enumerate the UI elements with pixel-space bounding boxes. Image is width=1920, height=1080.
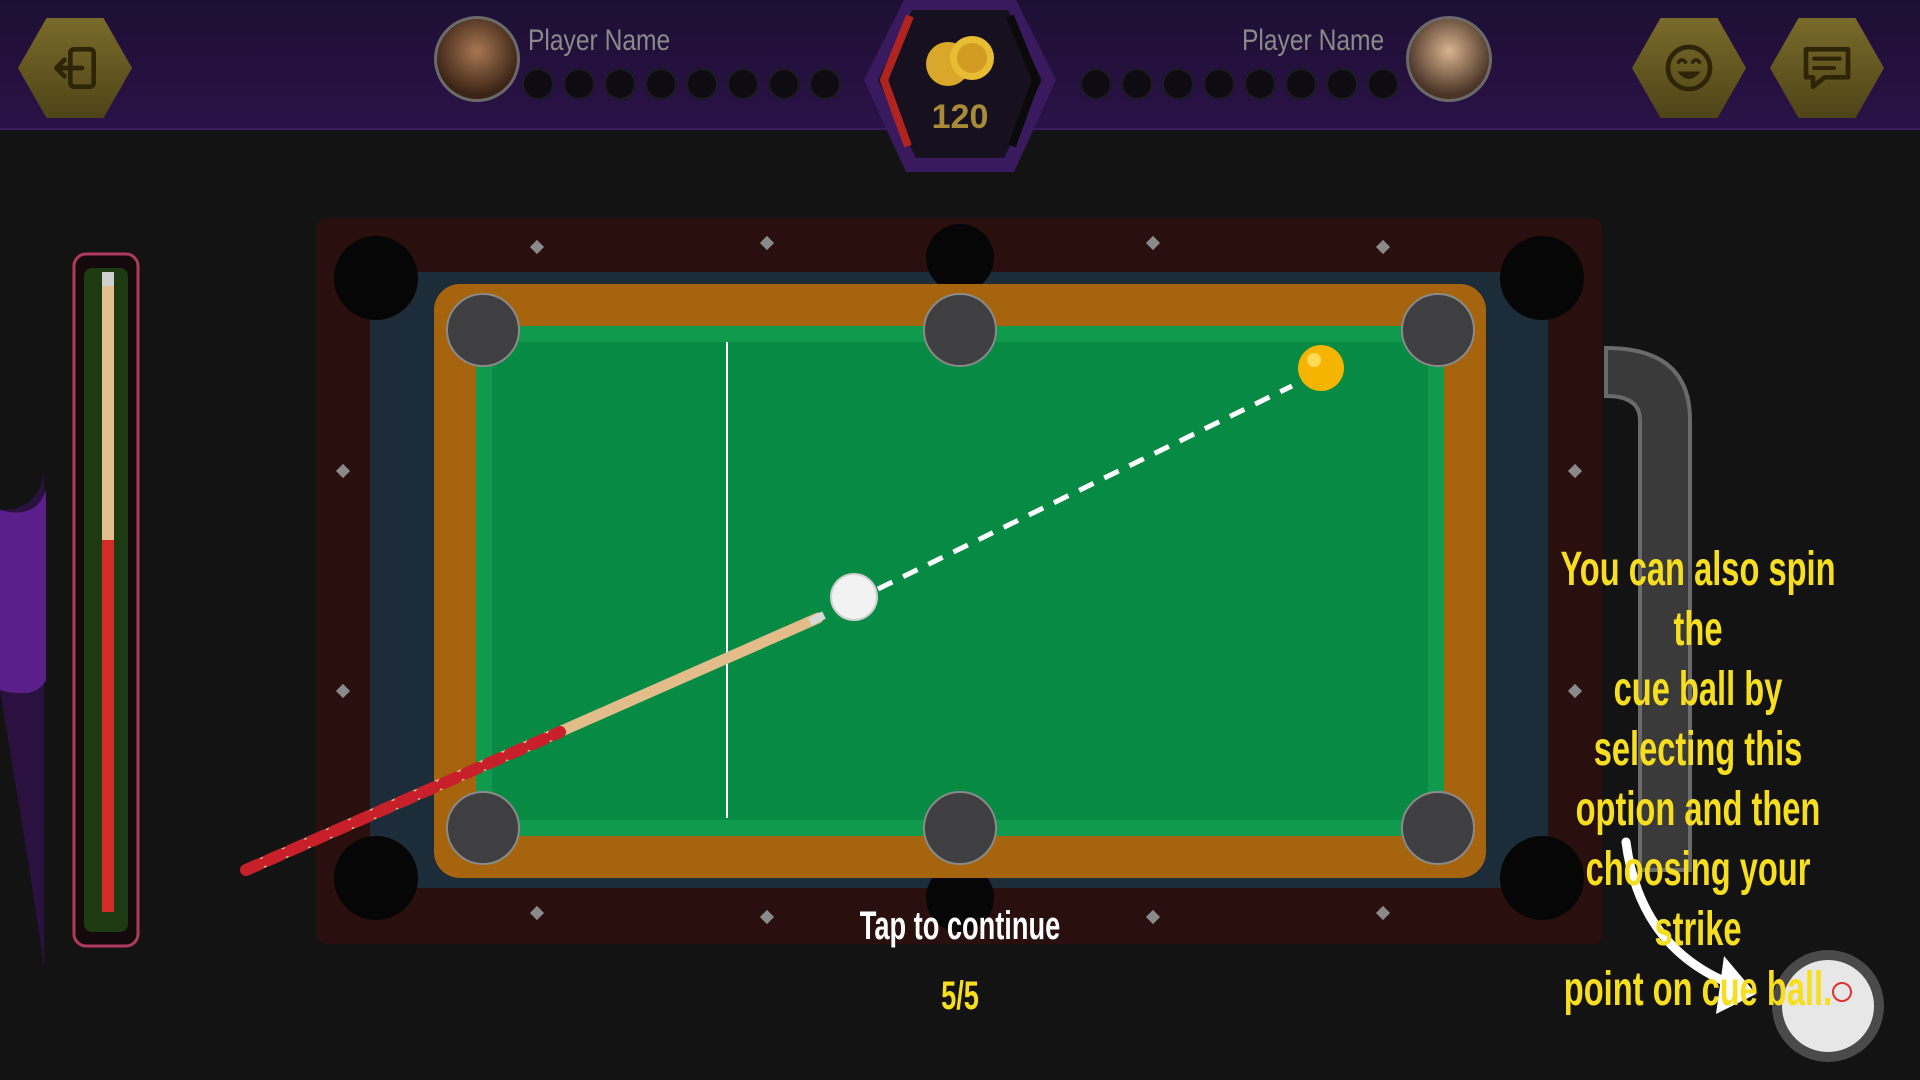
tutorial-line: point on cue ball. [1563, 963, 1833, 1016]
target-ball [1298, 345, 1344, 391]
tap-to-continue[interactable]: Tap to continue [824, 904, 1096, 949]
table-felt [492, 342, 1428, 820]
tutorial-line: choosing your strike [1585, 843, 1811, 956]
tutorial-message: You can also spin the cue ball by select… [1548, 540, 1847, 1020]
side-tab-highlight [0, 490, 46, 694]
tutorial-line: cue ball by selecting this [1593, 663, 1803, 776]
cue-ball [830, 573, 878, 621]
tutorial-step-counter: 5/5 [941, 974, 979, 1018]
tutorial-line: option and then [1575, 783, 1821, 836]
power-meter[interactable] [72, 252, 140, 948]
tutorial-line: You can also spin the [1560, 543, 1836, 656]
